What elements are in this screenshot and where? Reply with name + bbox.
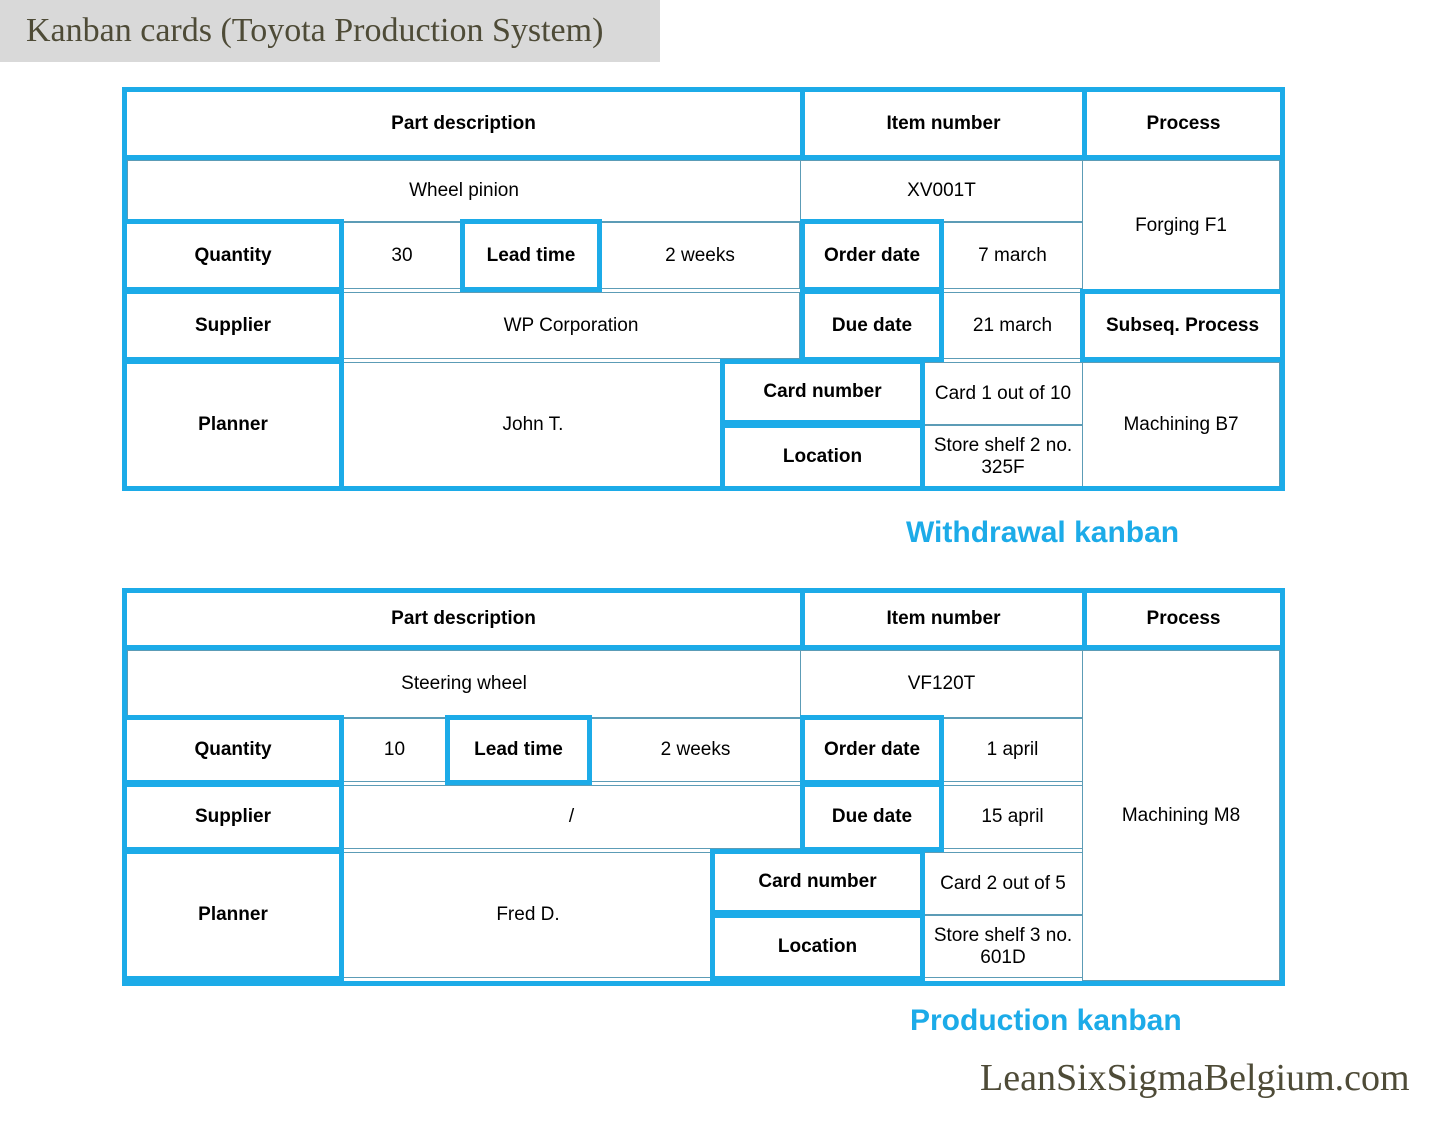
value-location-2: Store shelf 3 no. 601D (923, 915, 1083, 978)
value-card-number: Card 1 out of 10 (923, 362, 1083, 425)
value-supplier: WP Corporation (342, 292, 800, 359)
value-card-number-2: Card 2 out of 5 (923, 852, 1083, 915)
value-part-description-2: Steering wheel (127, 650, 801, 718)
label-subseq-process: Subseq. Process (1080, 289, 1285, 362)
withdrawal-kanban-card: Part description Item number Process Whe… (122, 87, 1285, 491)
label-lead-time-2: Lead time (445, 715, 592, 785)
label-planner-2: Planner (122, 849, 344, 981)
value-supplier-2: / (342, 785, 801, 849)
header-part-description: Part description (127, 92, 800, 155)
header-process-2: Process (1087, 593, 1280, 645)
label-supplier: Supplier (122, 289, 344, 362)
label-lead-time: Lead time (460, 219, 602, 292)
label-order-date-2: Order date (800, 715, 944, 785)
value-planner: John T. (342, 362, 724, 488)
value-part-description: Wheel pinion (127, 160, 801, 222)
label-quantity-2: Quantity (122, 715, 344, 785)
header-process: Process (1087, 92, 1280, 155)
value-item-number-2: VF120T (800, 650, 1083, 718)
label-location-2: Location (710, 913, 925, 981)
production-kanban-card: Part description Item number Process Ste… (122, 588, 1285, 986)
header-separator-bar-2 (122, 645, 1285, 650)
label-order-date: Order date (800, 219, 944, 292)
value-lead-time-2: 2 weeks (590, 718, 801, 782)
label-planner: Planner (122, 359, 344, 491)
value-process: Forging F1 (1082, 160, 1280, 292)
value-due-date: 21 march (942, 292, 1083, 359)
header-divider-2 (1082, 87, 1087, 160)
value-planner-2: Fred D. (342, 852, 714, 978)
value-due-date-2: 15 april (942, 785, 1083, 849)
value-order-date-2: 1 april (942, 718, 1083, 782)
value-lead-time: 2 weeks (600, 222, 800, 289)
value-process-2: Machining M8 (1082, 650, 1280, 981)
label-card-number-2: Card number (710, 849, 925, 915)
label-due-date-2: Due date (800, 782, 944, 852)
page-title: Kanban cards (Toyota Production System) (26, 12, 604, 49)
label-card-number: Card number (720, 359, 925, 425)
header-item-number-2: Item number (805, 593, 1082, 645)
header-divider-2-2 (1082, 588, 1087, 650)
value-order-date: 7 march (942, 222, 1083, 289)
footer-brand: LeanSixSigmaBelgium.com (980, 1057, 1410, 1099)
header-item-number: Item number (805, 92, 1082, 155)
withdrawal-kanban-caption: Withdrawal kanban (906, 516, 1180, 549)
header-divider-1 (800, 87, 805, 160)
value-location: Store shelf 2 no. 325F (923, 425, 1083, 488)
label-supplier-2: Supplier (122, 782, 344, 852)
label-due-date: Due date (800, 289, 944, 362)
label-location: Location (720, 423, 925, 491)
header-part-description-2: Part description (127, 593, 800, 645)
title-band: Kanban cards (Toyota Production System) (0, 0, 660, 62)
value-item-number: XV001T (800, 160, 1083, 222)
value-subseq-process: Machining B7 (1082, 362, 1280, 488)
header-separator-bar (122, 155, 1285, 160)
production-kanban-caption: Production kanban (910, 1004, 1182, 1037)
value-quantity-2: 10 (342, 718, 447, 782)
label-quantity: Quantity (122, 219, 344, 292)
header-divider-1-2 (800, 588, 805, 650)
value-quantity: 30 (342, 222, 462, 289)
